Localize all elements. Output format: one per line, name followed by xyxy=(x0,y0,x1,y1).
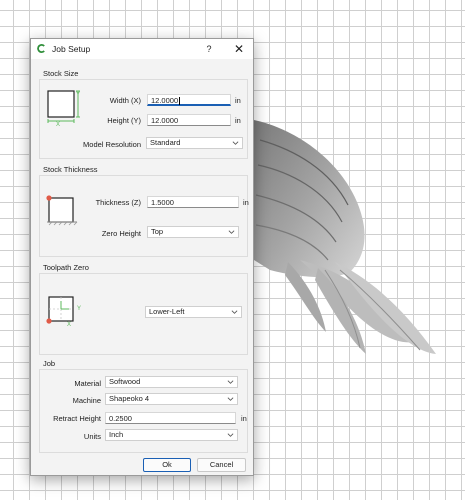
material-label: Material xyxy=(74,379,101,388)
thickness-input[interactable]: 1.5000 xyxy=(147,196,239,208)
width-unit: in xyxy=(235,96,241,105)
model-preview-image xyxy=(254,120,436,354)
ok-button[interactable]: Ok xyxy=(143,458,191,472)
app-logo-icon xyxy=(37,44,45,53)
width-input[interactable]: 12.0000 xyxy=(147,94,231,106)
toolpath-zero-diagram-icon xyxy=(46,296,74,324)
cancel-button[interactable]: Cancel xyxy=(197,458,246,472)
machine-select[interactable]: Shapeoko 4 xyxy=(105,393,238,405)
units-select[interactable]: Inch xyxy=(105,429,238,441)
job-group-title: Job xyxy=(43,359,56,368)
stock-size-group-title: Stock Size xyxy=(43,69,79,78)
units-label: Units xyxy=(83,432,101,441)
stock-thickness-diagram-icon xyxy=(46,195,78,226)
toolpath-zero-group: Y X Lower-Left xyxy=(39,273,248,355)
model-resolution-label: Model Resolution xyxy=(83,140,141,149)
retract-height-input[interactable]: 0.2500 xyxy=(105,412,236,424)
toolpath-zero-select[interactable]: Lower-Left xyxy=(145,306,242,318)
stock-size-group: Y X Width (X) 12.0000 in Height (Y) 12.0… xyxy=(39,79,248,159)
stock-thickness-group: Thickness (Z) 1.5000 in Zero Height Top xyxy=(39,175,249,257)
height-label: Height (Y) xyxy=(107,116,141,125)
stock-thickness-group-title: Stock Thickness xyxy=(43,165,98,174)
thickness-unit: in xyxy=(243,198,249,207)
chevron-down-icon xyxy=(227,397,234,401)
chevron-down-icon xyxy=(228,230,235,234)
thickness-label: Thickness (Z) xyxy=(95,198,141,207)
dialog-titlebar[interactable]: Job Setup ? ✕ xyxy=(31,39,253,59)
close-icon[interactable]: ✕ xyxy=(229,40,249,58)
height-input[interactable]: 12.0000 xyxy=(147,114,231,126)
dialog-title: Job Setup xyxy=(52,44,91,54)
width-label: Width (X) xyxy=(109,96,141,105)
toolpath-zero-group-title: Toolpath Zero xyxy=(43,263,89,272)
zero-height-label: Zero Height xyxy=(101,229,141,238)
retract-height-label: Retract Height xyxy=(53,414,101,423)
model-resolution-select[interactable]: Standard xyxy=(146,137,243,149)
height-unit: in xyxy=(235,116,241,125)
chevron-down-icon xyxy=(231,310,238,314)
chevron-down-icon xyxy=(227,380,234,384)
material-select[interactable]: Softwood xyxy=(105,376,238,388)
retract-height-unit: in xyxy=(241,414,247,423)
toolpath-axis-x-label: X xyxy=(67,322,72,328)
job-setup-dialog: Job Setup ? ✕ Stock Size Y X Width (X) 1… xyxy=(30,38,254,476)
toolpath-axis-y-label: Y xyxy=(77,306,82,312)
axis-x-label: X xyxy=(56,122,61,128)
chevron-down-icon xyxy=(227,433,234,437)
chevron-down-icon xyxy=(232,141,239,145)
job-group: Material Softwood Machine Shapeoko 4 Ret… xyxy=(39,369,248,453)
zero-height-select[interactable]: Top xyxy=(147,226,239,238)
machine-label: Machine xyxy=(72,396,101,405)
axis-y-label: Y xyxy=(76,92,81,98)
help-button[interactable]: ? xyxy=(199,40,219,58)
